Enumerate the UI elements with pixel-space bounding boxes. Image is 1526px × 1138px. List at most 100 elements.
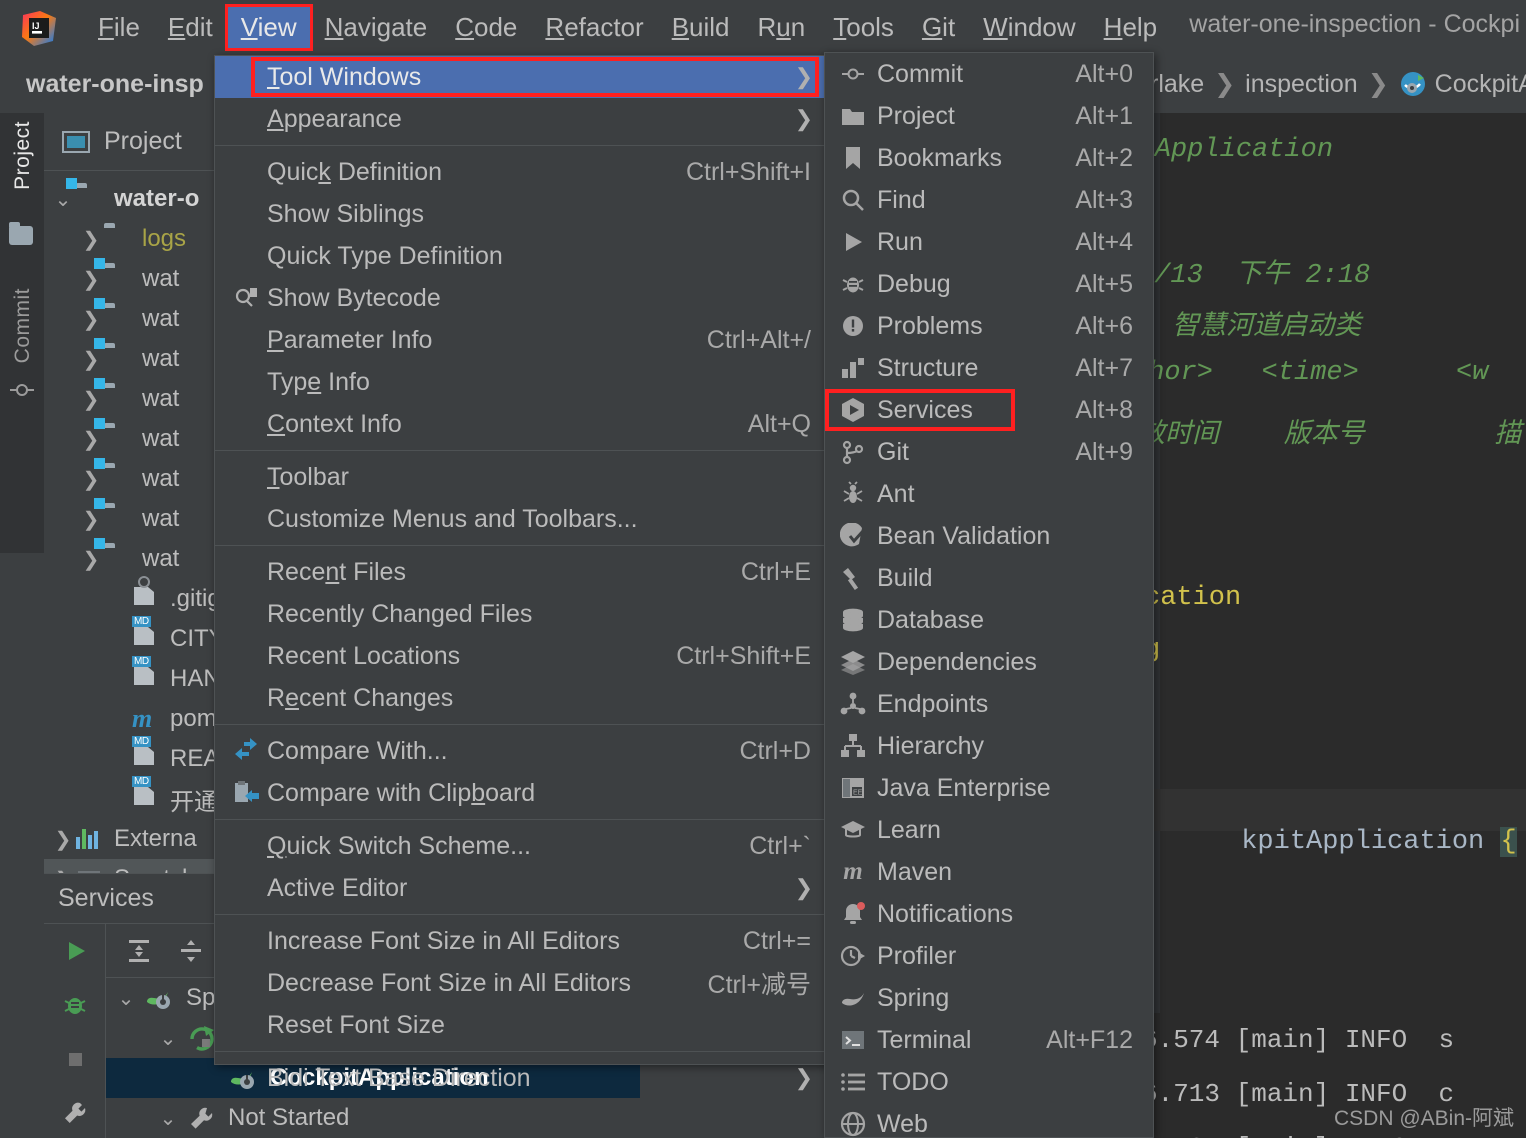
tool-window-item-terminal[interactable]: Terminal Alt+F12 <box>825 1019 1153 1061</box>
tool-window-item-profiler[interactable]: Profiler <box>825 935 1153 977</box>
view-menu-item-recent-files[interactable]: Recent Files Ctrl+E <box>215 551 829 593</box>
view-menu-item-label: Type Info <box>267 367 370 396</box>
view-menu-item-show-bytecode[interactable]: Show Bytecode <box>215 277 829 319</box>
code-editor[interactable]: kpitApplication 1/13 下午 2:18 智慧河道启动类 tho… <box>1150 113 1526 1013</box>
chevron-down-icon[interactable]: ⌄ <box>106 986 146 1011</box>
view-menu-item-quick-definition[interactable]: Quick Definition Ctrl+Shift+I <box>215 151 829 193</box>
breadcrumb-item-1[interactable]: inspection <box>1245 70 1358 99</box>
view-dropdown-menu[interactable]: Tool Windows ❯ Appearance ❯ Quick Definition… <box>214 55 830 1092</box>
chevron-right-icon[interactable]: ❯ <box>78 547 104 572</box>
chevron-right-icon[interactable]: ❯ <box>78 347 104 372</box>
tool-window-item-notifications[interactable]: Notifications <box>825 893 1153 935</box>
tool-window-item-project[interactable]: Project Alt+1 <box>825 95 1153 137</box>
menu-code[interactable]: Code <box>441 6 531 49</box>
menu-file[interactable]: File <box>84 6 154 49</box>
chevron-right-icon[interactable]: ❯ <box>78 467 104 492</box>
tool-window-item-structure[interactable]: Structure Alt+7 <box>825 347 1153 389</box>
menu-edit[interactable]: Edit <box>154 6 227 49</box>
tool-window-item-commit[interactable]: Commit Alt+0 <box>825 53 1153 95</box>
tool-window-item-bookmarks[interactable]: Bookmarks Alt+2 <box>825 137 1153 179</box>
stripe-button-project[interactable]: Project <box>0 121 44 190</box>
tool-window-item-run[interactable]: Run Alt+4 <box>825 221 1153 263</box>
chevron-down-icon[interactable]: ⌄ <box>50 187 76 212</box>
tool-window-item-find[interactable]: Find Alt+3 <box>825 179 1153 221</box>
menu-run[interactable]: Run <box>744 6 820 49</box>
chevron-down-icon[interactable]: ⌄ <box>148 1106 188 1131</box>
gitignore-file-icon <box>132 576 162 611</box>
menu-help[interactable]: Help <box>1090 6 1171 49</box>
view-menu-item-customize-menus-and-toolbars[interactable]: Customize Menus and Toolbars... <box>215 498 829 540</box>
database-icon <box>833 607 873 633</box>
view-menu-item-compare-with[interactable]: Compare With... Ctrl+D <box>215 730 829 772</box>
tool-windows-submenu[interactable]: Commit Alt+0 Project Alt+1 Bookmarks Alt+2 Fin… <box>824 52 1154 1138</box>
bean-validation-icon <box>833 523 873 549</box>
view-menu-item-bidi-text-base-direction[interactable]: Bidi Text Base Direction ❯ <box>215 1057 829 1099</box>
view-menu-item-quick-switch-scheme[interactable]: Quick Switch Scheme... Ctrl+` <box>215 825 829 867</box>
run-console[interactable]: 6.574 [main] INFO s 6.713 [main] INFO c … <box>1150 1013 1526 1138</box>
view-menu-item-tool-windows[interactable]: Tool Windows ❯ <box>215 56 829 98</box>
chevron-right-icon[interactable]: ❯ <box>78 307 104 332</box>
menu-git[interactable]: Git <box>908 6 969 49</box>
tool-window-item-maven[interactable]: m Maven <box>825 851 1153 893</box>
chevron-right-icon[interactable]: ❯ <box>78 427 104 452</box>
tool-window-item-spring[interactable]: Spring <box>825 977 1153 1019</box>
tool-window-item-todo[interactable]: TODO <box>825 1061 1153 1103</box>
breadcrumb[interactable]: rlake ❯ inspection ❯ CockpitA <box>1150 55 1526 113</box>
stripe-button-commit[interactable]: Commit <box>0 288 44 363</box>
collapse-all-button[interactable] <box>176 938 206 964</box>
tool-window-item-learn[interactable]: Learn <box>825 809 1153 851</box>
menu-window[interactable]: Window <box>969 6 1089 49</box>
view-menu-item-show-siblings[interactable]: Show Siblings <box>215 193 829 235</box>
tool-window-item-build[interactable]: Build <box>825 557 1153 599</box>
menu-refactor[interactable]: Refactor <box>531 6 657 49</box>
view-menu-item-reset-font-size[interactable]: Reset Font Size <box>215 1004 829 1046</box>
debug-button[interactable] <box>44 978 105 1032</box>
tool-window-item-web[interactable]: Web <box>825 1103 1153 1138</box>
tool-window-item-git[interactable]: Git Alt+9 <box>825 431 1153 473</box>
view-menu-item-toolbar[interactable]: Toolbar <box>215 456 829 498</box>
tool-window-item-endpoints[interactable]: Endpoints <box>825 683 1153 725</box>
view-menu-item-increase-font-size-in-all-editors[interactable]: Increase Font Size in All Editors Ctrl+= <box>215 920 829 962</box>
menu-separator <box>215 819 829 820</box>
view-menu-item-active-editor[interactable]: Active Editor ❯ <box>215 867 829 909</box>
view-menu-item-recently-changed-files[interactable]: Recently Changed Files <box>215 593 829 635</box>
menu-build[interactable]: Build <box>658 6 744 49</box>
chevron-right-icon[interactable]: ❯ <box>78 227 104 252</box>
menu-tools[interactable]: Tools <box>819 6 908 49</box>
breadcrumb-item-0[interactable]: rlake <box>1150 70 1204 99</box>
menu-view[interactable]: View <box>224 4 313 51</box>
view-menu-item-compare-with-clipboard[interactable]: Compare with Clipboard <box>215 772 829 814</box>
chevron-down-icon[interactable]: ⌄ <box>148 1026 188 1051</box>
tool-window-item-ant[interactable]: Ant <box>825 473 1153 515</box>
view-menu-item-recent-changes[interactable]: Recent Changes <box>215 677 829 719</box>
tool-window-item-database[interactable]: Database <box>825 599 1153 641</box>
tool-window-item-bean-validation[interactable]: Bean Validation <box>825 515 1153 557</box>
project-tree-label: wat <box>142 465 180 492</box>
menu-separator <box>215 450 829 451</box>
tool-window-item-debug[interactable]: Debug Alt+5 <box>825 263 1153 305</box>
menu-navigate[interactable]: Navigate <box>311 6 442 49</box>
breadcrumb-item-2[interactable]: CockpitA <box>1435 70 1526 99</box>
view-menu-item-label: Recent Changes <box>267 683 454 712</box>
tool-window-item-services[interactable]: Services Alt+8 <box>825 389 1153 431</box>
run-button[interactable] <box>44 924 105 978</box>
tool-window-item-java-enterprise[interactable]: EE Java Enterprise <box>825 767 1153 809</box>
tool-window-item-problems[interactable]: Problems Alt+6 <box>825 305 1153 347</box>
stop-button[interactable] <box>44 1032 105 1086</box>
services-tree-row[interactable]: ⌄ Not Started <box>106 1098 640 1138</box>
view-menu-item-type-info[interactable]: Type Info <box>215 361 829 403</box>
view-menu-item-decrease-font-size-in-all-editors[interactable]: Decrease Font Size in All Editors Ctrl+减号 <box>215 962 829 1004</box>
view-menu-item-quick-type-definition[interactable]: Quick Type Definition <box>215 235 829 277</box>
chevron-right-icon[interactable]: ❯ <box>78 507 104 532</box>
chevron-right-icon[interactable]: ❯ <box>78 387 104 412</box>
view-menu-item-context-info[interactable]: Context Info Alt+Q <box>215 403 829 445</box>
expand-all-button[interactable] <box>124 938 154 964</box>
tool-window-item-hierarchy[interactable]: Hierarchy <box>825 725 1153 767</box>
view-menu-item-appearance[interactable]: Appearance ❯ <box>215 98 829 140</box>
view-menu-item-recent-locations[interactable]: Recent Locations Ctrl+Shift+E <box>215 635 829 677</box>
wrench-icon[interactable] <box>44 1086 105 1138</box>
chevron-right-icon[interactable]: ❯ <box>78 267 104 292</box>
tool-window-item-dependencies[interactable]: Dependencies <box>825 641 1153 683</box>
view-menu-item-parameter-info[interactable]: Parameter Info Ctrl+Alt+/ <box>215 319 829 361</box>
chevron-right-icon[interactable]: ❯ <box>50 827 76 852</box>
